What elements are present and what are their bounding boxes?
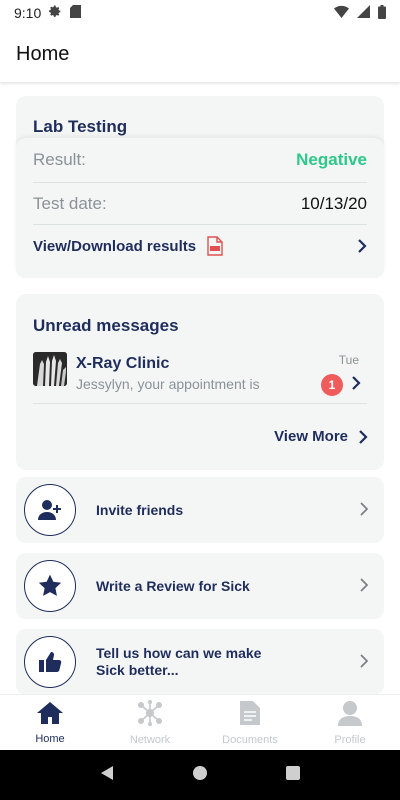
chevron-right-icon (359, 654, 369, 673)
invite-friends-label: Invite friends (96, 501, 184, 518)
thumbs-up-icon (24, 636, 76, 688)
message-time: Tue (338, 353, 359, 367)
nav-home-label: Home (35, 733, 65, 745)
view-more-label: View More (274, 428, 348, 445)
unread-messages-card: Unread messages X-Ray Clinic Jessylyn, y… (16, 294, 384, 470)
home-icon (36, 701, 64, 730)
test-date-label: Test date: (33, 193, 107, 213)
bottom-navigation: Home Network Documents Profile (0, 694, 400, 750)
nav-network[interactable]: Network (100, 695, 200, 751)
test-date-row: Test date: 10/13/20 (33, 183, 367, 225)
lab-results-panel: Result: Negative Test date: 10/13/20 Vie… (16, 138, 384, 278)
page-title: Home (16, 42, 70, 65)
download-results-link[interactable]: View/Download results (33, 225, 367, 267)
nav-network-label: Network (129, 734, 171, 746)
app-header: Home (0, 26, 400, 82)
unread-count-badge: 1 (321, 374, 343, 396)
settings-icon (49, 5, 62, 21)
write-review-button[interactable]: Write a Review for Sick (16, 553, 384, 619)
unread-messages-title: Unread messages (33, 316, 179, 335)
lab-testing-card: Lab Testing Result: Negative Test date: … (16, 96, 384, 278)
view-more-button[interactable]: View More (274, 428, 368, 445)
chevron-right-icon (351, 376, 361, 395)
chevron-right-icon (359, 502, 369, 521)
battery-icon (378, 4, 386, 22)
add-user-icon (24, 484, 76, 536)
home-button-icon[interactable] (192, 765, 208, 786)
test-date-value: 10/13/20 (300, 193, 367, 213)
nav-documents[interactable]: Documents (200, 695, 300, 751)
signal-icon (357, 5, 370, 21)
nav-profile-label: Profile (334, 734, 366, 746)
star-icon (24, 560, 76, 612)
chevron-right-icon (358, 429, 368, 444)
chevron-right-icon (359, 578, 369, 597)
nav-home[interactable]: Home (0, 695, 100, 751)
status-bar: 9:10 (0, 0, 400, 26)
result-value: Negative (296, 150, 367, 169)
sd-card-icon (70, 5, 82, 21)
xray-clinic-avatar (33, 352, 67, 386)
system-navigation-bar (0, 750, 400, 800)
message-item[interactable]: X-Ray Clinic Jessylyn, your appointment … (33, 352, 367, 404)
message-sender: X-Ray Clinic (76, 355, 170, 372)
status-time: 9:10 (14, 5, 42, 21)
download-results-label: View/Download results (33, 237, 197, 255)
wifi-icon (334, 5, 349, 21)
pdf-icon (206, 236, 224, 256)
home-content[interactable]: Lab Testing Result: Negative Test date: … (0, 82, 400, 694)
result-label: Result: (33, 150, 86, 169)
profile-icon (338, 700, 362, 731)
lab-testing-title: Lab Testing (33, 117, 128, 136)
document-icon (239, 700, 261, 731)
chevron-right-icon (357, 239, 367, 253)
nav-documents-label: Documents (222, 734, 278, 746)
feedback-label: Tell us how can we make Sick better... (96, 645, 296, 679)
write-review-label: Write a Review for Sick (96, 577, 250, 594)
nav-profile[interactable]: Profile (300, 695, 400, 751)
message-preview: Jessylyn, your appointment is (76, 376, 260, 392)
back-icon[interactable] (99, 765, 115, 786)
recents-icon[interactable] (285, 765, 301, 786)
network-icon (135, 700, 165, 731)
feedback-button[interactable]: Tell us how can we make Sick better... (16, 629, 384, 694)
feedback-label-line2: Sick better... (96, 662, 179, 678)
invite-friends-button[interactable]: Invite friends (16, 477, 384, 543)
result-row: Result: Negative (33, 138, 367, 183)
feedback-label-line1: Tell us how can we make (96, 645, 262, 661)
